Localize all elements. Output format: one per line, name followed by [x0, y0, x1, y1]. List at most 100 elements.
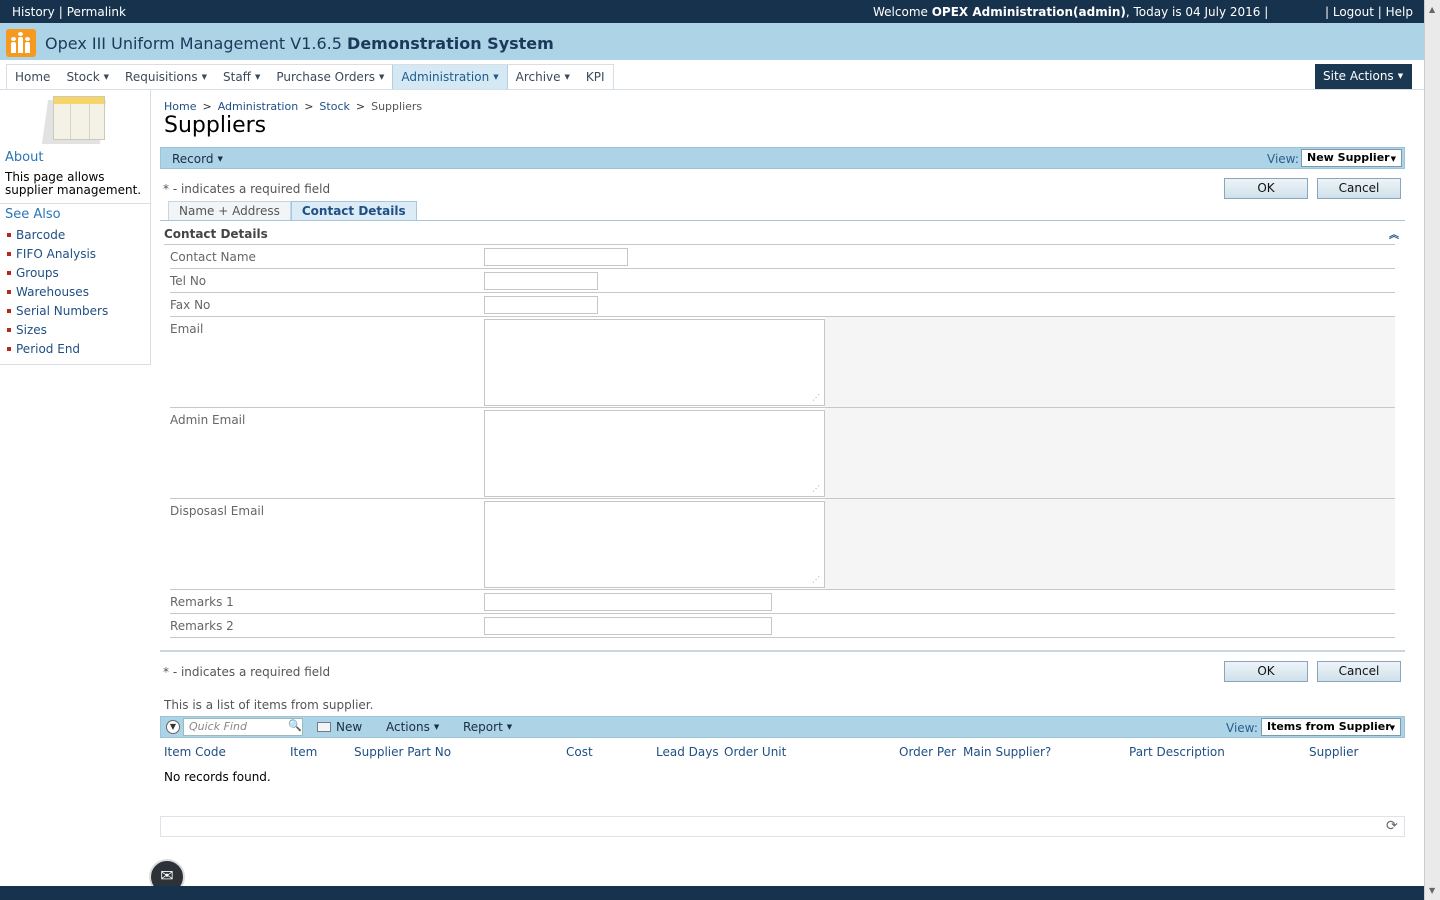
top-bar: History | Permalink Welcome OPEX Administr… [0, 0, 1424, 23]
disposal-email-textarea[interactable] [484, 501, 825, 588]
record-menu-button[interactable]: Record ▼ [172, 152, 223, 166]
caret-down-icon: ▼ [201, 73, 207, 81]
footer-bar [0, 886, 1424, 900]
app-title: Opex III Uniform Management V1.6.5 Demon… [45, 34, 554, 53]
caret-down-icon: ▼ [1389, 724, 1395, 732]
nav-item-staff[interactable]: Staff ▼ [215, 65, 268, 89]
app-title-text: Opex III Uniform Management V1.6.5 [45, 34, 348, 53]
scroll-up-icon[interactable]: ▲ [1429, 5, 1435, 14]
breadcrumb-administration[interactable]: Administration [218, 100, 299, 113]
nav-item-administration[interactable]: Administration ▼ [392, 65, 508, 89]
column-header-order-unit[interactable]: Order Unit [724, 745, 786, 759]
nav-label: Requisitions [125, 70, 198, 84]
logout-link[interactable]: | Logout [1325, 5, 1374, 19]
caret-down-icon: ▼ [564, 73, 570, 81]
contact-name-input[interactable] [484, 248, 628, 266]
remarks-2-input[interactable] [484, 617, 772, 635]
tab-underline [160, 220, 1405, 221]
nav-label: Purchase Orders [276, 70, 376, 84]
nav-label: Staff [223, 70, 251, 84]
record-label: Record [172, 152, 214, 166]
quick-find-input[interactable]: Quick Find [183, 718, 303, 736]
chevron-down-icon[interactable]: ▼ [166, 720, 180, 734]
nav-item-archive[interactable]: Archive ▼ [508, 65, 578, 89]
disposal-email-row: Disposasl Email ⋰ [170, 499, 1395, 590]
column-header-item[interactable]: Item [290, 745, 317, 759]
actions-label: Actions [386, 720, 430, 734]
double-chevron-up-icon[interactable]: ︽ [1389, 226, 1399, 241]
nav-menu: Home Stock ▼ Requisitions ▼ Staff ▼ Purchas… [6, 64, 614, 90]
column-header-supplier[interactable]: Supplier [1309, 745, 1358, 759]
remarks-1-input[interactable] [484, 593, 772, 611]
see-also-link-sizes[interactable]: Sizes [7, 323, 108, 342]
resize-grip-icon[interactable]: ⋰ [812, 575, 820, 584]
tab-contact-details[interactable]: Contact Details [290, 201, 417, 221]
pager-bar [160, 816, 1405, 837]
remarks-2-row: Remarks 2 [170, 614, 1395, 638]
see-also-link-serial-numbers[interactable]: Serial Numbers [7, 304, 108, 323]
tel-no-input[interactable] [484, 272, 598, 290]
cancel-button-bottom[interactable]: Cancel [1317, 661, 1401, 682]
new-document-icon [317, 722, 331, 732]
cancel-button[interactable]: Cancel [1317, 178, 1401, 199]
nav-label: Stock [66, 70, 100, 84]
ok-button-bottom[interactable]: OK [1224, 661, 1308, 682]
empty-message: No records found. [164, 770, 271, 784]
nav-item-requisitions[interactable]: Requisitions ▼ [117, 65, 215, 89]
caret-down-icon: ▼ [254, 73, 261, 81]
items-view-select[interactable]: Items from Supplier ▼ [1261, 718, 1401, 736]
see-also-link-warehouses[interactable]: Warehouses [7, 285, 108, 304]
refresh-icon[interactable]: ⟳ [1386, 818, 1398, 834]
see-also-link-groups[interactable]: Groups [7, 266, 108, 285]
caret-down-icon: ▼ [493, 73, 499, 81]
nav-item-purchase-orders[interactable]: Purchase Orders ▼ [268, 65, 392, 89]
breadcrumb-stock[interactable]: Stock [319, 100, 349, 113]
column-header-part-description[interactable]: Part Description [1129, 745, 1225, 759]
search-icon[interactable]: 🔍 [288, 719, 302, 732]
disposal-email-label: Disposasl Email [170, 504, 265, 518]
see-also-heading: See Also [5, 207, 61, 222]
items-grid-toolbar: ▼ Quick Find 🔍 New Actions ▼ Report ▼ View… [160, 716, 1405, 738]
actions-menu-button[interactable]: Actions ▼ [386, 720, 439, 734]
column-header-order-per[interactable]: Order Per [899, 745, 956, 759]
see-also-link-barcode[interactable]: Barcode [7, 228, 108, 247]
site-actions-button[interactable]: Site Actions ▼ [1315, 64, 1412, 89]
resize-grip-icon[interactable]: ⋰ [812, 484, 820, 493]
field-background [825, 317, 1395, 407]
form-toolbar: Record ▼ View: New Supplier ▼ [160, 147, 1405, 169]
column-header-item-code[interactable]: Item Code [164, 745, 226, 759]
new-item-button[interactable]: New [317, 720, 362, 734]
people-group-icon [6, 29, 36, 57]
column-header-cost[interactable]: Cost [566, 745, 593, 759]
tel-no-label: Tel No [170, 274, 207, 288]
column-header-supplier-part-no[interactable]: Supplier Part No [354, 745, 451, 759]
divider [160, 650, 1405, 652]
history-link[interactable]: History [12, 5, 55, 19]
help-link[interactable]: | Help [1378, 5, 1413, 19]
report-menu-button[interactable]: Report ▼ [463, 720, 512, 734]
admin-email-textarea[interactable] [484, 410, 825, 497]
vertical-scrollbar[interactable]: ▲ ▼ [1424, 0, 1440, 900]
top-right-links: | Logout | Help [1325, 5, 1413, 19]
scroll-down-icon[interactable]: ▼ [1429, 886, 1435, 895]
breadcrumb-home[interactable]: Home [164, 100, 196, 113]
items-view-select-value: Items from Supplier [1267, 720, 1391, 733]
fax-no-input[interactable] [484, 296, 598, 314]
ok-button[interactable]: OK [1224, 178, 1308, 199]
admin-email-row: Admin Email ⋰ [170, 408, 1395, 499]
see-also-link-period-end[interactable]: Period End [7, 342, 108, 361]
tab-name-address[interactable]: Name + Address [168, 201, 291, 221]
email-textarea[interactable] [484, 319, 825, 406]
permalink-link[interactable]: Permalink [67, 5, 126, 19]
resize-grip-icon[interactable]: ⋰ [812, 393, 820, 402]
nav-item-kpi[interactable]: KPI [578, 65, 613, 89]
welcome-prefix: Welcome [873, 5, 932, 19]
column-header-main-supplier[interactable]: Main Supplier? [963, 745, 1051, 759]
fax-no-row: Fax No [170, 293, 1395, 317]
view-select[interactable]: New Supplier ▼ [1301, 149, 1402, 167]
column-header-lead-days[interactable]: Lead Days [656, 745, 719, 759]
title-band: Opex III Uniform Management V1.6.5 Demon… [0, 23, 1424, 60]
nav-item-stock[interactable]: Stock ▼ [58, 65, 117, 89]
see-also-link-fifo-analysis[interactable]: FIFO Analysis [7, 247, 108, 266]
nav-item-home[interactable]: Home [7, 65, 58, 89]
